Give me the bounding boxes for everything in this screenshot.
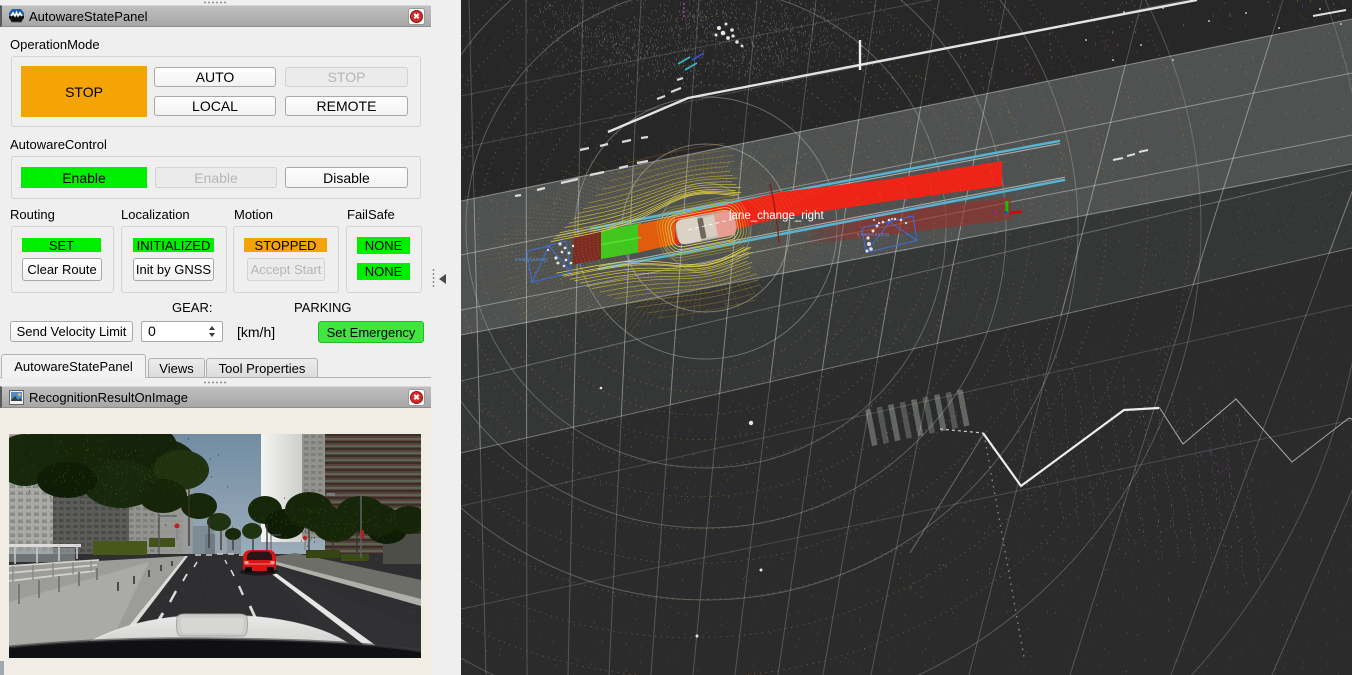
- svg-text:0 0.0(0.0,0.0,0.0): 0 0.0(0.0,0.0,0.0): [515, 257, 547, 262]
- svg-text:0 0.0(0.0,0.0,0.0): 0 0.0(0.0,0.0,0.0): [857, 232, 889, 237]
- svg-text:lane_change_right: lane_change_right: [729, 210, 824, 222]
